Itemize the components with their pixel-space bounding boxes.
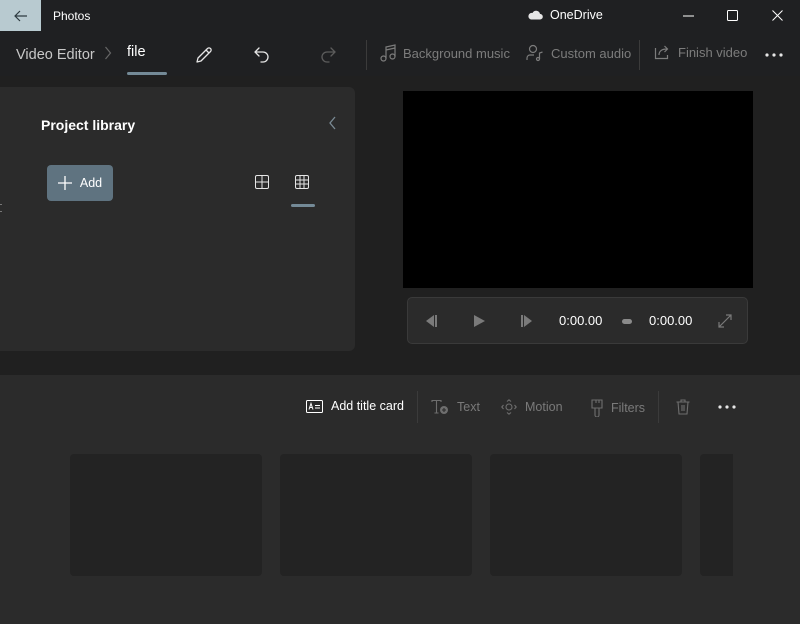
plus-icon: [57, 176, 72, 190]
undo-icon: [254, 47, 269, 63]
filters-label: Filters: [611, 401, 646, 415]
pencil-icon: [196, 47, 212, 63]
finish-video-button[interactable]: Finish video: [654, 44, 747, 60]
app-title: Photos: [53, 9, 91, 23]
project-library-panel: Project library Add: [0, 87, 355, 351]
maximize-icon: [726, 10, 738, 21]
text-label: Text: [457, 400, 480, 414]
motion-icon: [501, 399, 517, 415]
add-title-card-label: Add title card: [331, 399, 404, 413]
minimize-icon: [682, 15, 694, 16]
small-grid-view-button[interactable]: [295, 175, 309, 194]
step-back-icon: [426, 315, 437, 327]
title-card-icon: [306, 399, 323, 413]
storyboard-clip-slot[interactable]: [700, 454, 733, 576]
close-icon: [771, 10, 783, 21]
playback-controls: 0:00.00 0:00.00: [407, 297, 748, 344]
collapse-library-button[interactable]: [327, 115, 337, 136]
motion-label: Motion: [525, 400, 563, 414]
add-media-button[interactable]: Add: [47, 165, 113, 201]
redo-icon: [321, 47, 336, 63]
breadcrumb-active-indicator: [127, 72, 167, 75]
chevron-left-icon: [329, 116, 336, 130]
step-forward-icon: [521, 315, 532, 327]
selected-view-indicator: [291, 204, 315, 207]
redo-button[interactable]: [316, 44, 340, 66]
previous-frame-button[interactable]: [422, 313, 440, 329]
resize-grip[interactable]: [0, 204, 2, 212]
undo-button[interactable]: [250, 44, 274, 66]
breadcrumb-current[interactable]: file: [127, 44, 146, 60]
divider: [417, 391, 418, 423]
onedrive-button[interactable]: OneDrive: [527, 8, 603, 22]
fullscreen-button[interactable]: [716, 312, 734, 330]
music-note-icon: [380, 44, 396, 62]
play-button[interactable]: [470, 313, 488, 329]
time-separator: [622, 319, 632, 324]
close-button[interactable]: [754, 0, 800, 31]
storyboard-clip-slot[interactable]: [70, 454, 262, 576]
storyboard-clip-slot[interactable]: [280, 454, 472, 576]
chevron-right-icon: [105, 46, 112, 60]
background-music-button[interactable]: Background music: [380, 44, 510, 62]
current-time: 0:00.00: [559, 313, 603, 328]
storyboard-panel: Add title card Text Motion Filters: [0, 375, 800, 624]
more-options-button[interactable]: [762, 44, 786, 66]
grid-3x3-icon: [295, 175, 309, 189]
paintbrush-icon: [591, 399, 603, 417]
motion-button[interactable]: Motion: [501, 399, 563, 415]
rename-button[interactable]: [192, 44, 216, 66]
command-bar: Video Editor file Background music Custo…: [0, 32, 800, 76]
text-button[interactable]: Text: [431, 399, 480, 415]
grid-2x2-icon: [255, 175, 269, 189]
arrow-left-icon: [13, 10, 27, 21]
storyboard-more-button[interactable]: [716, 398, 738, 416]
title-bar: Photos OneDrive: [0, 0, 800, 32]
cloud-icon: [528, 10, 543, 20]
more-horizontal-icon: [718, 405, 736, 409]
custom-audio-button[interactable]: Custom audio: [526, 44, 631, 62]
onedrive-label: OneDrive: [550, 8, 603, 22]
video-preview[interactable]: [403, 91, 753, 288]
large-grid-view-button[interactable]: [255, 175, 269, 194]
more-horizontal-icon: [765, 53, 783, 57]
add-label: Add: [79, 176, 103, 190]
divider: [658, 391, 659, 423]
delete-button[interactable]: [674, 398, 692, 416]
divider: [366, 40, 367, 70]
storyboard-clip-slot[interactable]: [490, 454, 682, 576]
project-library-title: Project library: [41, 117, 136, 133]
divider: [639, 40, 640, 70]
filters-button[interactable]: Filters: [591, 399, 645, 417]
maximize-button[interactable]: [709, 0, 755, 31]
custom-audio-label: Custom audio: [551, 45, 632, 61]
expand-icon: [718, 314, 732, 328]
text-add-icon: [431, 399, 448, 414]
person-audio-icon: [526, 44, 543, 62]
minimize-button[interactable]: [665, 0, 711, 31]
finish-video-label: Finish video: [678, 44, 748, 60]
back-button[interactable]: [0, 0, 41, 31]
add-title-card-button[interactable]: Add title card: [306, 399, 404, 413]
next-frame-button[interactable]: [518, 313, 536, 329]
background-music-label: Background music: [403, 45, 510, 61]
play-icon: [473, 315, 485, 327]
share-export-icon: [654, 45, 669, 60]
total-time: 0:00.00: [649, 313, 693, 328]
trash-icon: [676, 399, 690, 415]
breadcrumb-video-editor[interactable]: Video Editor: [16, 47, 95, 63]
